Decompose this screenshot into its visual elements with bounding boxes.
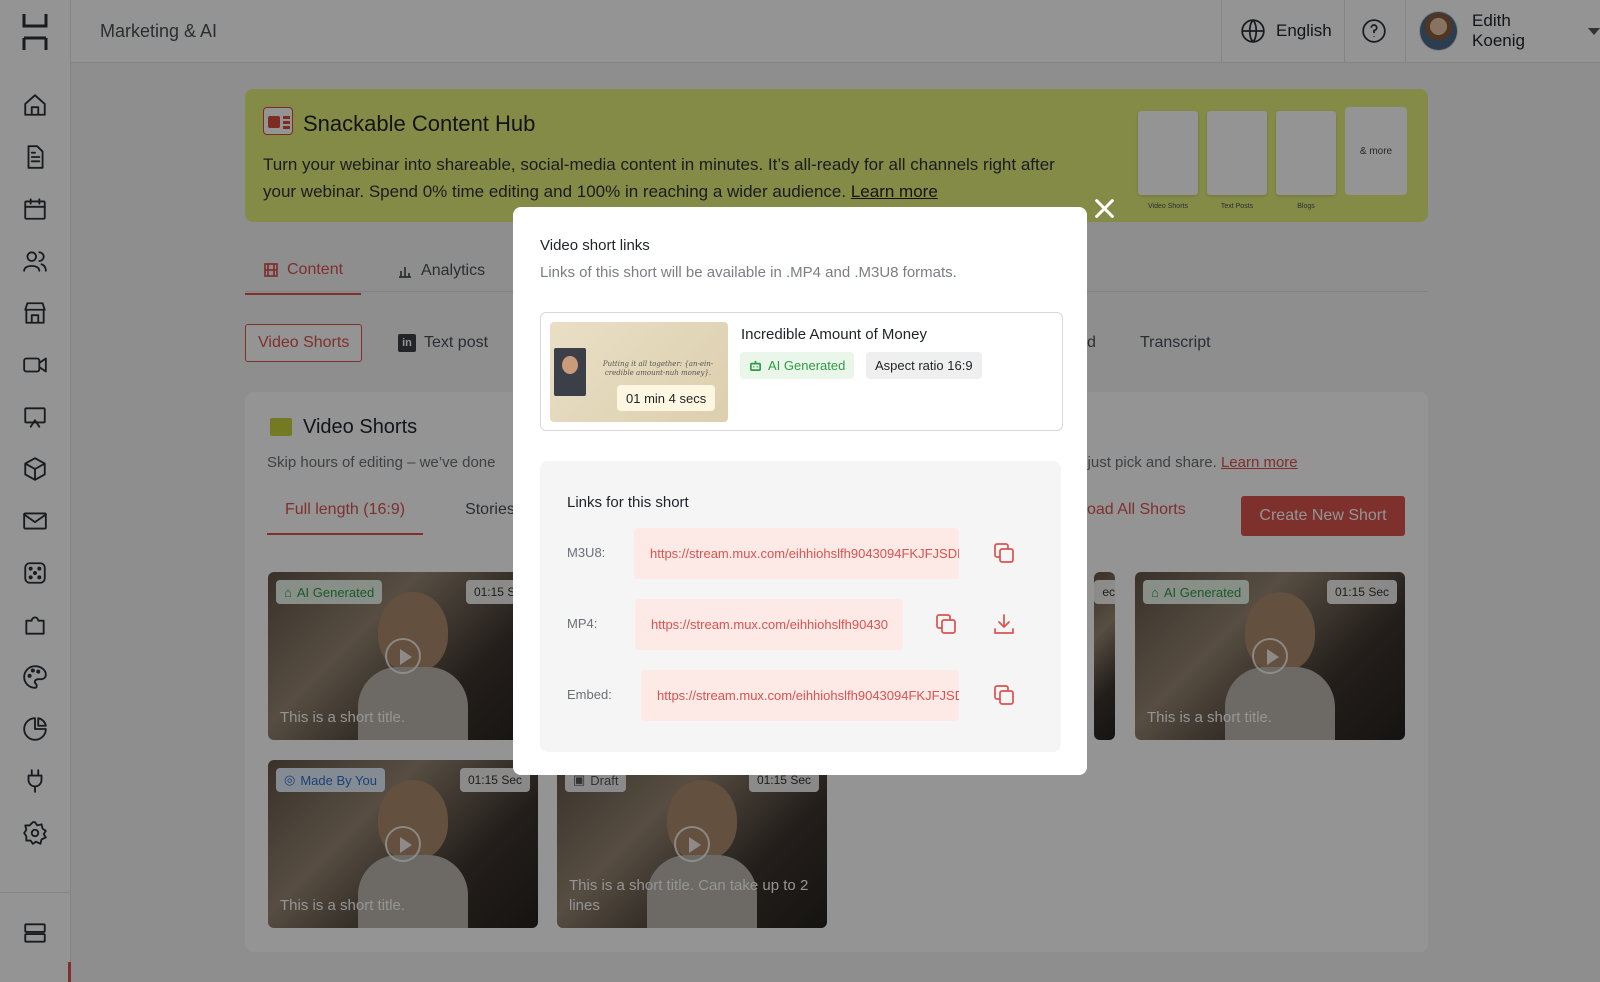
link-label: M3U8:	[567, 545, 606, 560]
ai-badge-label: AI Generated	[768, 358, 846, 373]
links-title: Links for this short	[567, 494, 689, 511]
links-section: Links for this short M3U8: https://strea…	[540, 461, 1061, 752]
short-duration: 01 min 4 secs	[617, 385, 716, 411]
mp4-url-field[interactable]: https://stream.mux.com/eihhiohslfh90430	[635, 599, 903, 650]
video-links-modal: Video short links Links of this short wi…	[513, 207, 1087, 775]
modal-subtitle: Links of this short will be available in…	[540, 264, 957, 281]
link-row-mp4: MP4: https://stream.mux.com/eihhiohslfh9…	[567, 599, 1037, 650]
thumbnail-caption: Putting it all together: {an-ein-credibl…	[602, 360, 714, 377]
link-row-embed: Embed: https://stream.mux.com/eihhiohslf…	[567, 670, 1037, 721]
short-thumbnail: Putting it all together: {an-ein-credibl…	[550, 322, 728, 422]
embed-url-field[interactable]: https://stream.mux.com/eihhiohslfh904309…	[641, 670, 959, 721]
copy-icon[interactable]	[992, 541, 1016, 565]
modal-title: Video short links	[540, 237, 650, 254]
close-icon[interactable]	[1092, 196, 1116, 220]
download-icon[interactable]	[992, 612, 1016, 636]
short-title: Incredible Amount of Money	[741, 326, 927, 343]
aspect-ratio-badge: Aspect ratio 16:9	[866, 352, 982, 379]
short-summary-card: Putting it all together: {an-ein-credibl…	[540, 312, 1063, 431]
speaker-thumbnail	[554, 348, 586, 396]
link-row-m3u8: M3U8: https://stream.mux.com/eihhiohslfh…	[567, 528, 1037, 579]
copy-icon[interactable]	[992, 683, 1016, 707]
m3u8-url-field[interactable]: https://stream.mux.com/eihhiohslfh904309…	[634, 528, 959, 579]
copy-icon[interactable]	[934, 612, 958, 636]
ai-generated-badge: AI Generated	[740, 352, 855, 379]
robot-icon	[750, 360, 761, 371]
link-label: Embed:	[567, 687, 612, 702]
link-label: MP4:	[567, 616, 598, 631]
